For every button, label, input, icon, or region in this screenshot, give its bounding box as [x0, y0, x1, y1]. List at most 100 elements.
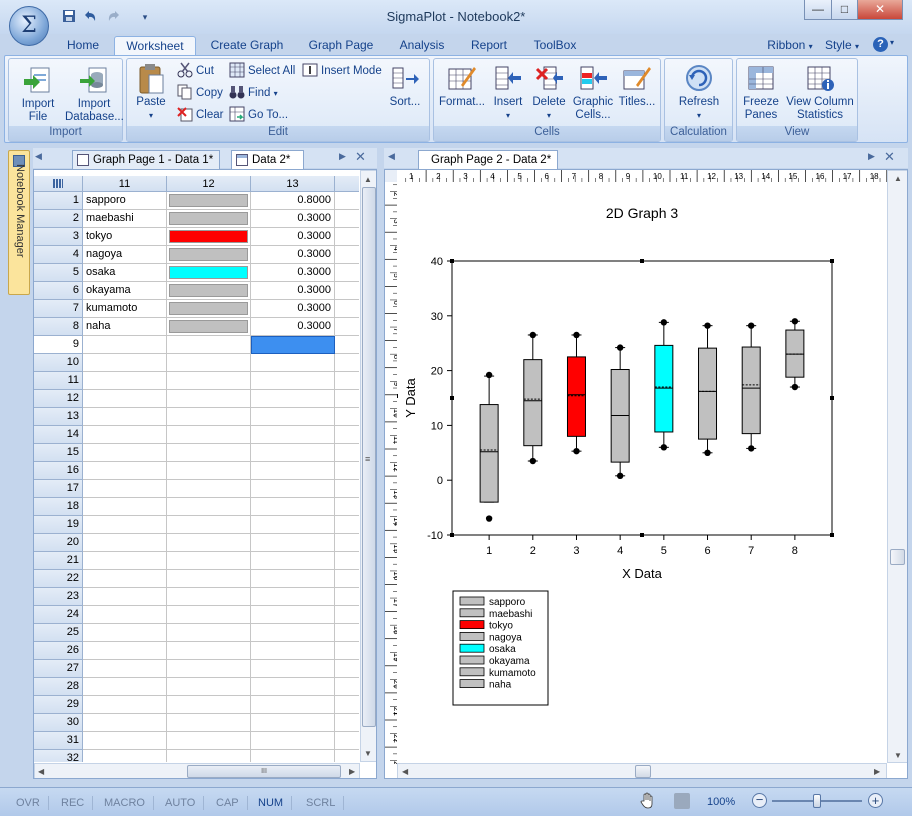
refresh-button[interactable]: Refresh ▾	[669, 63, 729, 122]
row-header[interactable]: 16	[34, 462, 83, 480]
empty-cell[interactable]	[335, 228, 359, 246]
empty-cell[interactable]	[251, 534, 335, 552]
empty-cell[interactable]	[83, 552, 167, 570]
zoom-in-button[interactable]: +	[868, 793, 883, 808]
scroll-right-icon[interactable]: ▶	[874, 767, 880, 776]
empty-cell[interactable]	[335, 336, 359, 354]
empty-cell[interactable]	[251, 516, 335, 534]
color-cell[interactable]	[167, 282, 251, 300]
empty-cell[interactable]	[335, 354, 359, 372]
row-header[interactable]: 12	[34, 390, 83, 408]
empty-cell[interactable]	[335, 660, 359, 678]
column-header-empty[interactable]	[335, 176, 359, 192]
empty-cell[interactable]	[335, 462, 359, 480]
empty-cell[interactable]	[167, 498, 251, 516]
row-header[interactable]: 4	[34, 246, 83, 264]
empty-cell[interactable]	[167, 714, 251, 732]
empty-cell[interactable]	[251, 426, 335, 444]
box-plot-chart[interactable]: 2D Graph 3 -10 0 10 20 30 40 1 2 3 4 5 6 7 8 X Data Y Da…	[397, 182, 887, 764]
row-header[interactable]: 11	[34, 372, 83, 390]
scroll-right-icon[interactable]: ▶	[349, 767, 355, 776]
empty-cell[interactable]	[83, 750, 167, 762]
empty-cell[interactable]	[251, 696, 335, 714]
tab-graph-page-1-data-1[interactable]: Graph Page 1 - Data 1*	[72, 150, 220, 169]
empty-cell[interactable]	[335, 300, 359, 318]
row-header[interactable]: 31	[34, 732, 83, 750]
scroll-down-icon[interactable]: ▼	[894, 751, 902, 760]
row-header[interactable]: 27	[34, 660, 83, 678]
empty-cell[interactable]	[335, 570, 359, 588]
undo-icon[interactable]	[81, 9, 99, 25]
maximize-button[interactable]: □	[831, 0, 858, 20]
empty-cell[interactable]	[335, 390, 359, 408]
color-cell[interactable]	[167, 300, 251, 318]
empty-cell[interactable]	[251, 570, 335, 588]
row-header[interactable]: 3	[34, 228, 83, 246]
row-header[interactable]: 1	[34, 192, 83, 210]
scroll-right-icon[interactable]: ▶	[868, 151, 875, 162]
zoom-out-button[interactable]: −	[752, 793, 767, 808]
tab-graph-page[interactable]: Graph Page	[300, 36, 382, 56]
empty-cell[interactable]	[335, 282, 359, 300]
empty-cell[interactable]	[167, 588, 251, 606]
color-cell[interactable]	[167, 318, 251, 336]
empty-cell[interactable]	[335, 318, 359, 336]
cut-button[interactable]: Cut	[177, 61, 214, 81]
name-cell[interactable]: maebashi	[83, 210, 167, 228]
style-menu[interactable]: Style ▾	[818, 36, 866, 56]
empty-cell[interactable]	[83, 480, 167, 498]
empty-cell[interactable]	[167, 570, 251, 588]
empty-cell[interactable]	[251, 480, 335, 498]
scroll-up-icon[interactable]: ▲	[894, 174, 902, 183]
empty-cell[interactable]	[335, 588, 359, 606]
empty-cell[interactable]	[167, 480, 251, 498]
empty-cell[interactable]	[167, 516, 251, 534]
notebook-manager-tab[interactable]: Notebook Manager	[8, 150, 30, 295]
clear-button[interactable]: Clear	[177, 105, 223, 125]
close-button[interactable]: ✕	[857, 0, 903, 20]
tab-data-2[interactable]: Data 2*	[231, 150, 304, 169]
value-cell[interactable]: 0.3000	[251, 246, 335, 264]
value-cell[interactable]: 0.3000	[251, 228, 335, 246]
empty-cell[interactable]	[83, 354, 167, 372]
selected-cell[interactable]	[251, 336, 335, 354]
row-header[interactable]: 5	[34, 264, 83, 282]
scroll-thumb[interactable]	[635, 765, 651, 778]
empty-cell[interactable]	[167, 336, 251, 354]
empty-cell[interactable]	[167, 390, 251, 408]
row-header[interactable]: 28	[34, 678, 83, 696]
empty-cell[interactable]	[335, 408, 359, 426]
empty-cell[interactable]	[335, 606, 359, 624]
value-cell[interactable]: 0.3000	[251, 318, 335, 336]
row-header[interactable]: 14	[34, 426, 83, 444]
empty-cell[interactable]	[335, 372, 359, 390]
color-cell[interactable]	[167, 264, 251, 282]
find-button[interactable]: Find ▾	[229, 83, 278, 103]
empty-cell[interactable]	[167, 372, 251, 390]
scroll-thumb[interactable]	[890, 549, 905, 565]
empty-cell[interactable]	[83, 732, 167, 750]
row-header[interactable]: 17	[34, 480, 83, 498]
empty-cell[interactable]	[83, 336, 167, 354]
pane-splitter[interactable]	[378, 148, 383, 780]
column-header-11[interactable]: 11	[83, 176, 167, 192]
row-header[interactable]: 2	[34, 210, 83, 228]
save-icon[interactable]	[60, 9, 78, 25]
name-cell[interactable]: nagoya	[83, 246, 167, 264]
hand-icon[interactable]	[640, 792, 656, 810]
name-cell[interactable]: naha	[83, 318, 167, 336]
row-header[interactable]: 21	[34, 552, 83, 570]
scroll-down-icon[interactable]: ▼	[364, 749, 372, 758]
empty-cell[interactable]	[335, 678, 359, 696]
worksheet-grid[interactable]: 11 12 13 1 sapporo 0.8000 2 maebashi 0.3000 3 toky…	[33, 169, 377, 779]
goto-button[interactable]: Go To...	[229, 105, 288, 125]
empty-cell[interactable]	[83, 444, 167, 462]
name-cell[interactable]: kumamoto	[83, 300, 167, 318]
empty-cell[interactable]	[335, 264, 359, 282]
empty-cell[interactable]	[83, 408, 167, 426]
help-icon[interactable]: ?	[873, 37, 888, 52]
empty-cell[interactable]	[335, 498, 359, 516]
row-header[interactable]: 25	[34, 624, 83, 642]
row-header[interactable]: 24	[34, 606, 83, 624]
empty-cell[interactable]	[335, 246, 359, 264]
